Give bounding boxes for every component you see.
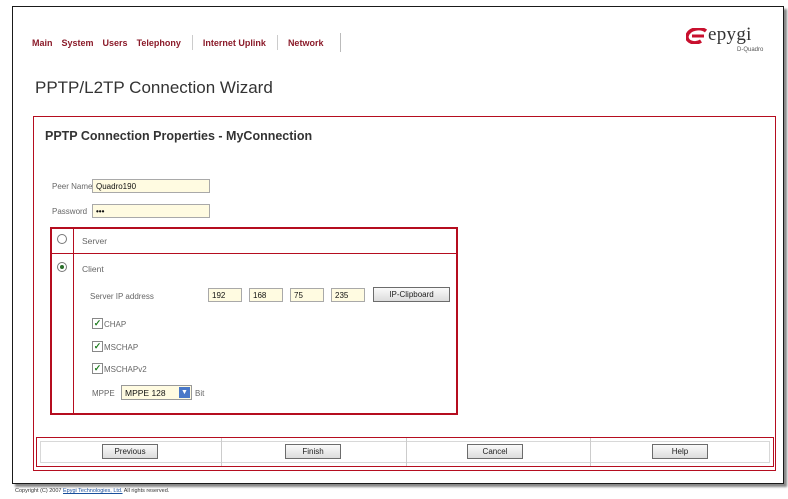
chap-label: CHAP — [104, 320, 127, 329]
mschap-checkbox[interactable]: ✓ — [92, 341, 103, 352]
server-ip-label: Server IP address — [90, 292, 154, 301]
nav-divider — [191, 35, 193, 50]
mode-divider-vertical — [73, 229, 74, 413]
footer-company-link[interactable]: Epygi Technologies, Ltd. — [63, 488, 123, 494]
mschapv2-checkbox[interactable]: ✓ — [92, 363, 103, 374]
nav-internet-uplink[interactable]: Internet Uplink — [203, 38, 266, 48]
footer: Copyright (C) 2007 Epygi Technologies, L… — [15, 488, 169, 494]
ip-octet-4[interactable]: 235 — [331, 288, 365, 302]
button-bar-divider — [406, 438, 407, 466]
nav-divider — [276, 35, 278, 50]
client-radio[interactable] — [57, 262, 67, 272]
mschapv2-label: MSCHAPv2 — [104, 365, 147, 374]
epygi-logo: epygi D-Quadro — [686, 24, 776, 56]
ip-octet-2[interactable]: 168 — [249, 288, 283, 302]
ip-clipboard-button[interactable]: IP-Clipboard — [373, 287, 450, 302]
page-title: PPTP/L2TP Connection Wizard — [35, 78, 273, 97]
logo-sub: D-Quadro — [737, 47, 764, 53]
nav-users[interactable]: Users — [103, 38, 128, 48]
cancel-button[interactable]: Cancel — [467, 444, 523, 459]
peer-name-input[interactable]: Quadro190 — [92, 179, 210, 193]
button-bar-divider — [221, 438, 222, 466]
logo-word: epygi — [708, 24, 752, 45]
server-label: Server — [82, 236, 108, 246]
peer-name-label: Peer Name — [52, 182, 93, 191]
nav-main[interactable]: Main — [32, 38, 53, 48]
mschap-label: MSCHAP — [104, 343, 139, 352]
chevron-down-icon[interactable]: ▼ — [179, 387, 190, 398]
help-button[interactable]: Help — [652, 444, 708, 459]
previous-button[interactable]: Previous — [102, 444, 158, 459]
password-input[interactable]: ••• — [92, 204, 210, 218]
nav-system[interactable]: System — [62, 38, 94, 48]
chap-checkbox[interactable]: ✓ — [92, 318, 103, 329]
mppe-label: MPPE — [92, 389, 115, 398]
footer-copyright: Copyright (C) 2007 — [15, 488, 62, 494]
client-label: Client — [82, 264, 104, 274]
password-label: Password — [52, 207, 88, 216]
nav-telephony[interactable]: Telephony — [137, 38, 181, 48]
mppe-select[interactable]: MPPE 128 ▼ — [121, 385, 192, 400]
top-nav: Main System Users Telephony Internet Upl… — [32, 33, 342, 52]
panel-title: PPTP Connection Properties - MyConnectio… — [45, 129, 313, 143]
footer-rights: All rights reserved. — [123, 488, 170, 494]
ip-octet-1[interactable]: 192 — [208, 288, 242, 302]
mode-divider-horizontal — [52, 253, 456, 254]
epygi-logo-icon — [686, 28, 708, 44]
server-radio[interactable] — [57, 234, 67, 244]
button-bar-divider — [590, 438, 591, 466]
nav-network[interactable]: Network — [288, 38, 324, 48]
ip-octet-3[interactable]: 75 — [290, 288, 324, 302]
finish-button[interactable]: Finish — [285, 444, 341, 459]
mppe-value: MPPE 128 — [125, 387, 166, 398]
mppe-unit: Bit — [195, 389, 205, 398]
